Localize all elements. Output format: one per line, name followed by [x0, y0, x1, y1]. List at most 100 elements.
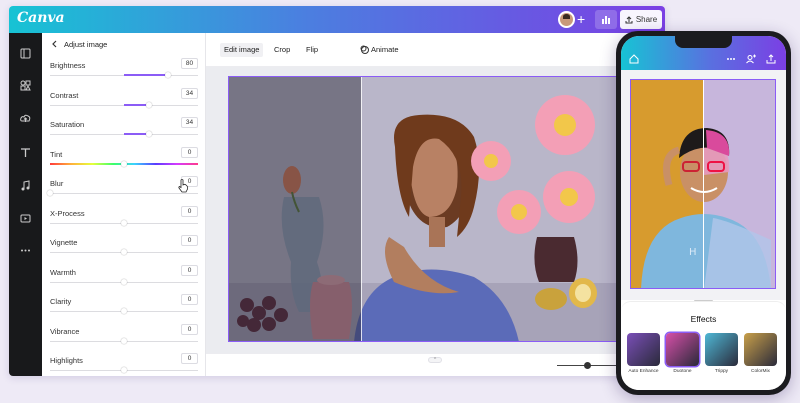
design-canvas [206, 67, 665, 353]
adjust-value-input[interactable]: 0 [181, 264, 198, 276]
effect-thumbnail [627, 333, 660, 366]
compare-divider[interactable] [361, 77, 362, 341]
avatar[interactable] [558, 11, 575, 28]
effect-option-auto-enhance[interactable]: Auto Enhance [627, 333, 660, 377]
elements-icon[interactable] [20, 80, 31, 91]
panel-icon[interactable] [20, 48, 31, 59]
effect-label: ColorMix [751, 369, 770, 374]
phone-notch [675, 36, 732, 48]
pink-flowers [471, 95, 595, 234]
bar-chart-icon [602, 16, 610, 24]
adjust-label: X-Process [50, 208, 85, 218]
adjust-label: Saturation [50, 120, 85, 129]
effect-label: Auto Enhance [628, 369, 659, 374]
adjust-row-saturation: Saturation 34 [50, 114, 198, 143]
phone-photo[interactable]: H [630, 79, 776, 289]
adjust-row-clarity: Clarity 0 [50, 291, 198, 320]
adjust-value-input[interactable]: 0 [181, 323, 198, 335]
effect-option-duotone[interactable]: Duotone [666, 333, 699, 377]
adjust-value-input[interactable]: 0 [181, 146, 198, 158]
share-icon[interactable] [766, 54, 776, 64]
adjust-label: Highlights [50, 356, 83, 365]
slider-knob[interactable] [47, 190, 53, 196]
slider-knob[interactable] [121, 278, 127, 285]
animate-label: Animate [371, 45, 399, 54]
adjust-value-input[interactable]: 0 [181, 205, 198, 217]
show-pages-button[interactable]: ^ [428, 357, 442, 363]
hand-cursor-icon [178, 179, 189, 193]
adjust-value-input[interactable]: 80 [181, 58, 198, 69]
bottom-bar: ^ [206, 353, 665, 376]
slider-knob[interactable] [121, 367, 127, 373]
adjust-label: Blur [50, 179, 64, 188]
adjust-label: Vibrance [50, 326, 80, 336]
adjust-label: Brightness [50, 61, 86, 70]
home-icon[interactable] [629, 54, 639, 64]
adjust-label: Contrast [50, 90, 79, 100]
effect-option-trippy[interactable]: Trippy [705, 333, 738, 377]
effects-sheet: Effects Auto Enhance Duotone Trippy ColorMi… [621, 301, 786, 390]
add-collaborator-button[interactable]: + [577, 10, 585, 28]
crop-button[interactable]: Crop [270, 43, 294, 57]
adjust-row-highlights: Highlights 0 [50, 350, 198, 376]
text-icon[interactable] [20, 147, 31, 158]
adjust-row-vibrance: Vibrance 0 [50, 321, 198, 350]
panel-title: Adjust image [64, 39, 108, 49]
phone-compare-divider[interactable] [703, 80, 704, 288]
adjust-row-vignette: Vignette 0 [50, 232, 198, 261]
panel-header: Adjust image [42, 33, 206, 55]
slider-knob[interactable] [146, 101, 153, 108]
adjust-row-x-process: X-Process 0 [50, 203, 198, 232]
slider-knob[interactable] [121, 160, 127, 167]
slider-knob[interactable] [121, 337, 127, 344]
effect-option-colormix[interactable]: ColorMix [744, 333, 777, 377]
canva-logo[interactable]: Canva [17, 10, 65, 26]
edit-image-button[interactable]: Edit image [220, 43, 264, 57]
share-button[interactable]: Share [620, 10, 662, 29]
slider-knob[interactable] [146, 131, 153, 137]
adjust-value-input[interactable]: 0 [181, 235, 198, 246]
effect-thumbnail [705, 333, 738, 366]
audio-icon[interactable] [20, 180, 31, 191]
effect-label: Duotone [673, 369, 692, 374]
uploads-icon[interactable] [20, 113, 31, 124]
slider-knob[interactable] [121, 219, 127, 226]
share-icon [625, 15, 633, 23]
more-icon[interactable] [20, 245, 31, 256]
adjust-label: Tint [50, 149, 63, 159]
phone-mockup: H Effects Auto Enhance Duotone Trippy Color… [616, 31, 791, 395]
left-rail [9, 33, 42, 376]
insights-button[interactable] [595, 10, 617, 29]
slider-knob[interactable] [121, 249, 127, 255]
adjust-row-blur: Blur 0 [47, 173, 198, 202]
slider-knob[interactable] [165, 72, 172, 78]
adjust-value-input[interactable]: 34 [181, 117, 198, 128]
design-photo[interactable] [228, 76, 627, 342]
more-icon[interactable] [726, 54, 736, 64]
effect-thumbnail [744, 333, 777, 366]
before-overlay [229, 77, 361, 341]
flip-button[interactable]: Flip [302, 43, 322, 57]
adjust-label: Warmth [50, 267, 76, 277]
phone-screen: H Effects Auto Enhance Duotone Trippy Color… [621, 36, 786, 390]
phone-canvas: H [621, 70, 786, 300]
desktop-window: Canva + Share Adjust image Brightness 80 C… [9, 6, 665, 376]
adjust-label: Clarity [50, 297, 72, 306]
adjust-row-brightness: Brightness 80 [50, 55, 198, 84]
adjust-value-input[interactable]: 34 [181, 87, 198, 99]
video-icon[interactable] [20, 213, 31, 224]
adjust-row-contrast: Contrast 34 [50, 85, 198, 114]
animate-button[interactable]: Animate [357, 43, 403, 57]
adjust-slider[interactable] [50, 193, 198, 194]
adjust-panel: Adjust image Brightness 80 Contrast 34 Satur… [42, 33, 206, 376]
share-label: Share [635, 15, 658, 24]
slider-knob[interactable] [121, 308, 127, 314]
animate-icon [360, 45, 369, 54]
adjust-value-input[interactable]: 0 [181, 353, 198, 364]
slider-fill [124, 74, 169, 76]
collaborators-icon[interactable] [746, 54, 756, 64]
adjust-value-input[interactable]: 0 [181, 294, 198, 305]
back-arrow-icon[interactable] [51, 40, 57, 48]
effect-label: Trippy [714, 369, 729, 374]
zoom-slider-knob[interactable] [584, 362, 591, 369]
